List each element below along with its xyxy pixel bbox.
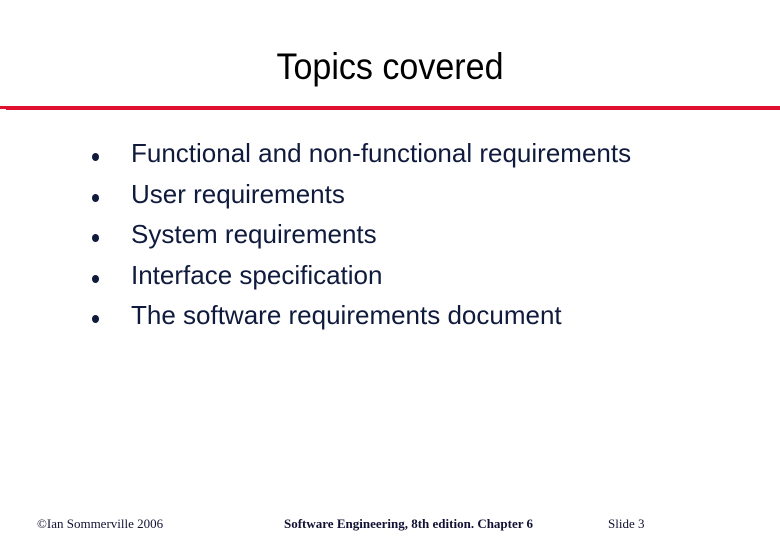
footer-slide-number: Slide 3 (608, 516, 645, 531)
bullet-icon (92, 234, 99, 242)
list-item-text: Functional and non-functional requiremen… (131, 138, 632, 168)
list-item: User requirements (0, 177, 780, 218)
list-item-text: Interface specification (131, 259, 383, 290)
title-underline (6, 106, 780, 110)
footer-copyright: ©Ian Sommerville 2006 (37, 516, 164, 531)
list-item: Functional and non-functional requiremen… (0, 136, 780, 177)
list-item: The software requirements document (0, 298, 780, 339)
list-item: Interface specification (0, 258, 780, 299)
footer-book-title: Software Engineering, 8th edition. Chapt… (284, 516, 534, 531)
list-item-text: User requirements (131, 178, 345, 209)
list-item: System requirements (0, 217, 780, 258)
bullet-icon (92, 315, 99, 323)
topics-list: Functional and non-functional requiremen… (0, 136, 780, 339)
list-item-text: The software requirements document (131, 300, 562, 330)
slide-title: Topics covered (276, 46, 504, 87)
bullet-icon (92, 274, 99, 283)
bullet-icon (92, 153, 99, 161)
bullet-icon (92, 193, 99, 202)
list-item-text: System requirements (131, 219, 377, 249)
